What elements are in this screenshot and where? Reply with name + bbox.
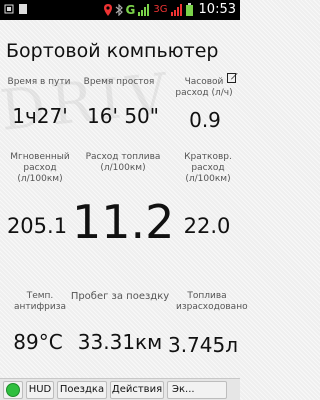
label-instant-consumption: Мгновенный расход (л/100км) <box>10 152 70 184</box>
battery-icon <box>185 3 193 16</box>
label-coolant-temp: Темп. антифриза <box>13 291 67 312</box>
usb-icon <box>4 4 14 14</box>
value-travel-time: 1ч27' <box>12 104 68 128</box>
label-fuel-consumption: Расход топлива (л/100км) <box>85 152 161 173</box>
more-button[interactable]: Эк... <box>167 380 227 399</box>
screen: { "status_bar": {"time": "10:53", "netwo… <box>0 0 248 400</box>
value-coolant-temp: 89°C <box>13 330 63 354</box>
signal-icon <box>138 3 150 16</box>
connection-status-icon <box>6 382 20 397</box>
bluetooth-icon <box>115 3 123 16</box>
trip-button[interactable]: Поездка <box>57 380 107 399</box>
network-type-3g: 3G <box>153 4 168 15</box>
actions-button[interactable]: Действия <box>110 380 164 399</box>
label-hourly-consumption: Часовой расход (л/ч) <box>175 77 233 98</box>
watermark-logo: DRIV <box>0 61 177 144</box>
signal-3g-icon <box>170 3 182 16</box>
value-trip-distance: 33.31км <box>77 330 163 354</box>
clock: 10:53 <box>198 2 236 17</box>
label-idle-time: Время простоя <box>83 77 155 87</box>
value-idle-time: 16' 50" <box>87 104 159 128</box>
notification-icons <box>4 3 28 15</box>
status-bar: G 3G 10:53 <box>0 0 240 20</box>
value-hourly-consumption: 0.9 <box>189 108 221 132</box>
location-pin-icon <box>103 3 112 16</box>
value-instant-consumption: 205.1 <box>6 214 68 238</box>
value-fuel-used: 3.745л <box>167 333 239 357</box>
hud-button[interactable]: HUD <box>26 380 54 399</box>
value-fuel-consumption: 11.2 <box>72 195 175 249</box>
label-travel-time: Время в пути <box>7 77 71 87</box>
status-icons: G 3G 10:53 <box>103 2 236 17</box>
page-title: Бортовой компьютер <box>6 40 219 62</box>
notification-icon <box>19 4 27 14</box>
value-short-term-consumption: 22.0 <box>183 214 231 238</box>
network-type-g: G <box>125 2 136 17</box>
label-fuel-used: Топлива израсходовано <box>176 291 248 312</box>
label-trip-distance: Пробег за поездку <box>70 291 170 302</box>
label-short-term-consumption: Кратковр. расход (л/100км) <box>184 152 232 184</box>
status-indicator-button[interactable] <box>3 380 23 399</box>
bottom-toolbar: HUD Поездка Действия Эк... <box>0 378 240 400</box>
